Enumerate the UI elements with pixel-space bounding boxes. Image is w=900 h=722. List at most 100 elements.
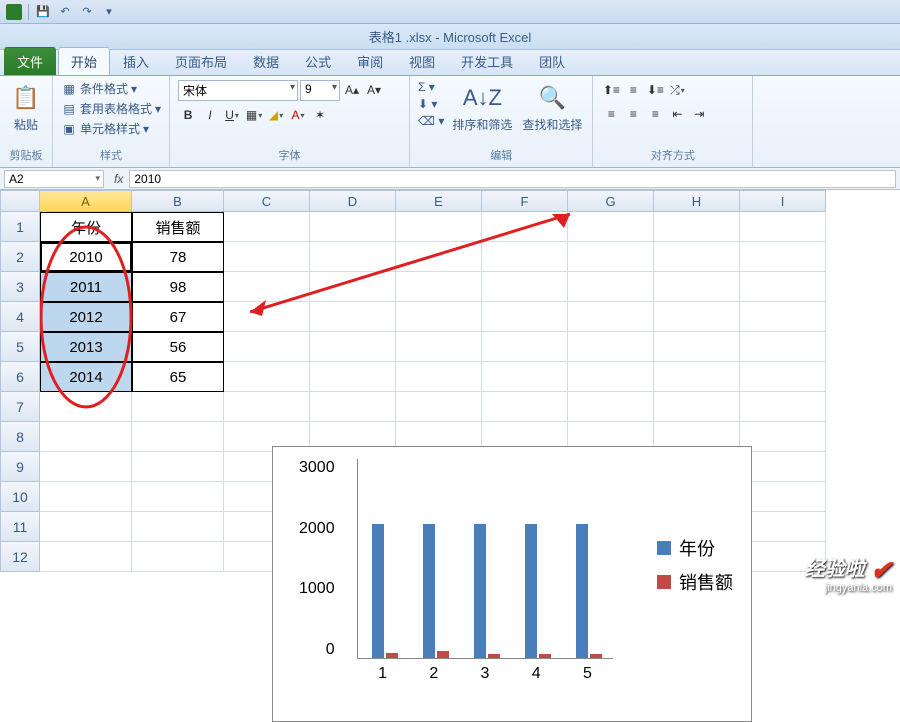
formula-input[interactable]: 2010 [129, 170, 896, 188]
cell-E1[interactable] [396, 212, 482, 242]
cell-I4[interactable] [740, 302, 826, 332]
cell-E4[interactable] [396, 302, 482, 332]
cell-A8[interactable] [40, 422, 132, 452]
cell-B9[interactable] [132, 452, 224, 482]
cell-C4[interactable] [224, 302, 310, 332]
cell-D1[interactable] [310, 212, 396, 242]
cell-A6[interactable]: 2014 [40, 362, 132, 392]
tab-layout[interactable]: 页面布局 [162, 47, 240, 75]
cell-D4[interactable] [310, 302, 396, 332]
tab-dev[interactable]: 开发工具 [448, 47, 526, 75]
cell-A11[interactable] [40, 512, 132, 542]
col-header-E[interactable]: E [396, 190, 482, 212]
tab-file[interactable]: 文件 [4, 47, 56, 75]
cell-I10[interactable] [740, 482, 826, 512]
select-all-corner[interactable] [0, 190, 40, 212]
align-bottom-icon[interactable]: ⬇≡ [645, 80, 665, 100]
col-header-B[interactable]: B [132, 190, 224, 212]
cell-D7[interactable] [310, 392, 396, 422]
font-name-combo[interactable]: 宋体 [178, 80, 298, 101]
shrink-font-icon[interactable]: A▾ [364, 80, 384, 100]
row-header-9[interactable]: 9 [0, 452, 40, 482]
cell-B1[interactable]: 销售额 [132, 212, 224, 242]
row-header-4[interactable]: 4 [0, 302, 40, 332]
col-header-I[interactable]: I [740, 190, 826, 212]
fill-color-button[interactable]: ◢ [266, 105, 286, 125]
cell-G7[interactable] [568, 392, 654, 422]
align-center-icon[interactable]: ≡ [623, 104, 643, 124]
conditional-format-button[interactable]: ▦条件格式 ▾ [61, 80, 161, 97]
tab-team[interactable]: 团队 [526, 47, 578, 75]
cell-A7[interactable] [40, 392, 132, 422]
cell-G6[interactable] [568, 362, 654, 392]
align-middle-icon[interactable]: ≡ [623, 80, 643, 100]
col-header-H[interactable]: H [654, 190, 740, 212]
cell-A1[interactable]: 年份 [40, 212, 132, 242]
tab-home[interactable]: 开始 [58, 47, 110, 75]
cell-E3[interactable] [396, 272, 482, 302]
cell-B6[interactable]: 65 [132, 362, 224, 392]
cell-H5[interactable] [654, 332, 740, 362]
cell-H1[interactable] [654, 212, 740, 242]
cell-D3[interactable] [310, 272, 396, 302]
cell-F5[interactable] [482, 332, 568, 362]
cell-C5[interactable] [224, 332, 310, 362]
cell-A4[interactable]: 2012 [40, 302, 132, 332]
cell-G2[interactable] [568, 242, 654, 272]
cell-B4[interactable]: 67 [132, 302, 224, 332]
fill-button[interactable]: ⬇ ▾ [418, 97, 444, 111]
save-icon[interactable]: 💾 [35, 4, 51, 20]
cell-G5[interactable] [568, 332, 654, 362]
cell-B5[interactable]: 56 [132, 332, 224, 362]
tab-insert[interactable]: 插入 [110, 47, 162, 75]
cell-G3[interactable] [568, 272, 654, 302]
cell-F7[interactable] [482, 392, 568, 422]
underline-button[interactable]: U [222, 105, 242, 125]
cell-B11[interactable] [132, 512, 224, 542]
cell-C1[interactable] [224, 212, 310, 242]
row-header-5[interactable]: 5 [0, 332, 40, 362]
indent-inc-icon[interactable]: ⇥ [689, 104, 709, 124]
col-header-F[interactable]: F [482, 190, 568, 212]
row-header-8[interactable]: 8 [0, 422, 40, 452]
row-header-11[interactable]: 11 [0, 512, 40, 542]
align-top-icon[interactable]: ⬆≡ [601, 80, 621, 100]
sum-button[interactable]: Σ ▾ [418, 80, 444, 94]
cell-H4[interactable] [654, 302, 740, 332]
cell-F1[interactable] [482, 212, 568, 242]
paste-button[interactable]: 📋 粘贴 [8, 80, 44, 135]
cell-style-button[interactable]: ▣单元格样式 ▾ [61, 120, 161, 137]
cell-D5[interactable] [310, 332, 396, 362]
cell-I9[interactable] [740, 452, 826, 482]
cell-H3[interactable] [654, 272, 740, 302]
cell-I5[interactable] [740, 332, 826, 362]
font-color-button[interactable]: A [288, 105, 308, 125]
cell-A10[interactable] [40, 482, 132, 512]
tab-data[interactable]: 数据 [240, 47, 292, 75]
row-header-12[interactable]: 12 [0, 542, 40, 572]
cell-C6[interactable] [224, 362, 310, 392]
cell-F3[interactable] [482, 272, 568, 302]
cell-A5[interactable]: 2013 [40, 332, 132, 362]
col-header-A[interactable]: A [40, 190, 132, 212]
clear-button[interactable]: ⌫ ▾ [418, 114, 444, 128]
italic-button[interactable]: I [200, 105, 220, 125]
cell-I6[interactable] [740, 362, 826, 392]
cell-E7[interactable] [396, 392, 482, 422]
sort-filter-button[interactable]: A↓Z 排序和筛选 [450, 80, 514, 135]
cell-B3[interactable]: 98 [132, 272, 224, 302]
col-header-D[interactable]: D [310, 190, 396, 212]
cell-B12[interactable] [132, 542, 224, 572]
cell-A9[interactable] [40, 452, 132, 482]
cell-B2[interactable]: 78 [132, 242, 224, 272]
cell-G1[interactable] [568, 212, 654, 242]
cell-C7[interactable] [224, 392, 310, 422]
name-box[interactable]: A2 [4, 170, 104, 188]
cell-A12[interactable] [40, 542, 132, 572]
chart-object[interactable]: 3000200010000 12345 年份 销售额 [272, 446, 752, 722]
tab-review[interactable]: 审阅 [344, 47, 396, 75]
row-header-1[interactable]: 1 [0, 212, 40, 242]
cell-E2[interactable] [396, 242, 482, 272]
cell-B7[interactable] [132, 392, 224, 422]
row-header-10[interactable]: 10 [0, 482, 40, 512]
